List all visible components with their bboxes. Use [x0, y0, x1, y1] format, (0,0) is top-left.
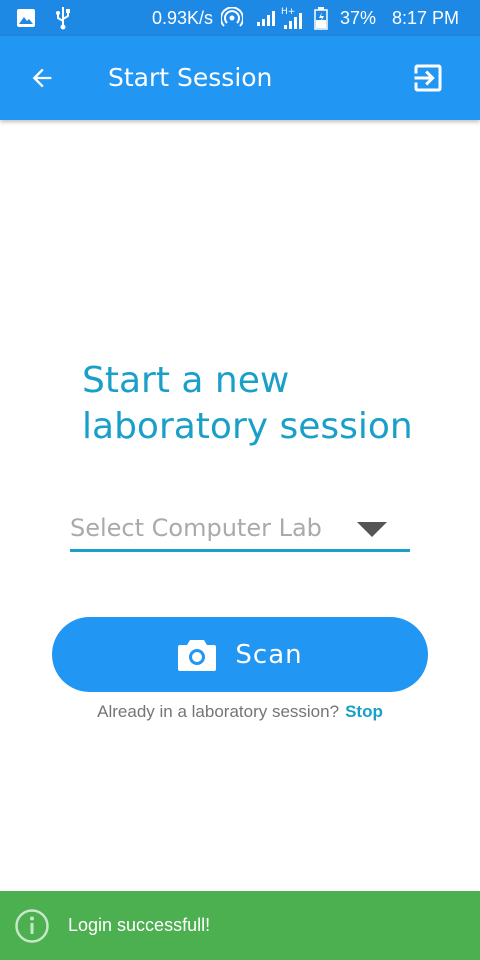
signal-icon — [256, 0, 278, 36]
snackbar: Login successfull! — [0, 891, 480, 960]
scan-label: Scan — [235, 639, 303, 670]
page-title: Start Session — [108, 63, 273, 92]
hotspot-icon — [221, 0, 243, 36]
status-bar: 0.93K/s H+ 37% 8:17 PM — [0, 0, 480, 36]
scan-button[interactable]: Scan — [52, 617, 428, 692]
exit-button[interactable] — [404, 54, 452, 102]
exit-to-app-icon — [414, 64, 442, 92]
stop-link[interactable]: Stop — [345, 702, 383, 721]
arrow-back-icon — [32, 68, 52, 88]
battery-percent: 37% — [340, 7, 377, 28]
image-icon — [16, 0, 36, 36]
dropdown-underline — [70, 549, 410, 552]
battery-icon — [314, 0, 328, 36]
camera-icon — [178, 639, 217, 671]
computer-lab-dropdown[interactable]: Select Computer Lab — [70, 508, 410, 552]
signal-h-plus-icon: H+ — [280, 0, 306, 36]
app-bar: Start Session — [0, 36, 480, 120]
snackbar-message: Login successfull! — [68, 915, 211, 935]
usb-icon — [54, 0, 72, 36]
clock: 8:17 PM — [392, 7, 460, 28]
already-text: Already in a laboratory session? — [97, 702, 340, 721]
dropdown-arrow-icon — [357, 522, 387, 537]
dropdown-placeholder: Select Computer Lab — [70, 514, 322, 542]
info-icon — [14, 908, 50, 948]
svg-text:H+: H+ — [281, 7, 295, 17]
headline: Start a new laboratory session — [82, 360, 413, 447]
network-speed: 0.93K/s — [152, 7, 214, 28]
back-button[interactable] — [18, 54, 66, 102]
session-prompt: Already in a laboratory session? Stop — [0, 702, 480, 722]
